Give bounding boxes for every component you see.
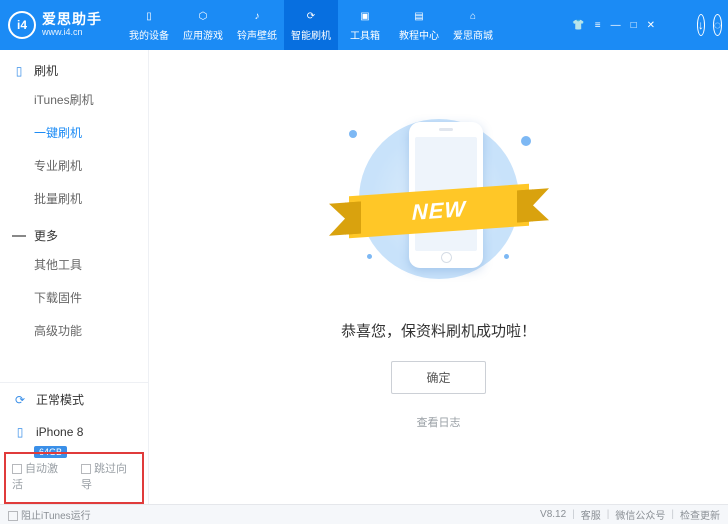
maximize-icon[interactable]: □	[628, 18, 640, 33]
topnav-label: 我的设备	[129, 27, 169, 42]
device-name: iPhone 8	[36, 425, 83, 439]
topnav-item-6[interactable]: ⌂ 爱思商城	[446, 0, 500, 50]
refresh-icon: ⟳	[12, 392, 28, 408]
sidebar-group-label: 更多	[34, 227, 58, 244]
topnav-label: 智能刷机	[291, 27, 331, 42]
skip-wizard-checkbox[interactable]: 跳过向导	[81, 460, 136, 492]
topnav-icon: ▣	[355, 9, 375, 25]
success-message: 恭喜您，保资料刷机成功啦！	[149, 320, 728, 341]
topnav-label: 铃声壁纸	[237, 27, 277, 42]
device-row[interactable]: ▯ iPhone 8	[0, 416, 148, 442]
update-link[interactable]: 检查更新	[680, 507, 720, 522]
auto-activate-checkbox[interactable]: 自动激活	[12, 460, 67, 492]
hamburger-icon	[12, 229, 26, 243]
sidebar-item[interactable]: 一键刷机	[0, 116, 148, 149]
window-controls: 👕 ≡ — □ ✕ ↓ ◌	[569, 14, 728, 36]
close-icon[interactable]: ✕	[644, 18, 658, 33]
topnav-item-1[interactable]: ⬡ 应用游戏	[176, 0, 230, 50]
menu-icon[interactable]: ≡	[592, 18, 604, 33]
app-site: www.i4.cn	[42, 28, 102, 38]
topnav-label: 爱思商城	[453, 27, 493, 42]
hero-illustration: NEW	[319, 104, 559, 294]
topnav-label: 工具箱	[350, 27, 380, 42]
device-mode-row[interactable]: ⟳ 正常模式	[0, 383, 148, 416]
sidebar-item[interactable]: 批量刷机	[0, 182, 148, 215]
account-icon[interactable]: ◌	[713, 14, 722, 36]
skin-icon[interactable]: 👕	[569, 18, 587, 33]
minimize-icon[interactable]: —	[608, 18, 624, 33]
activation-options: 自动激活 跳过向导	[4, 452, 144, 504]
version-label: V8.12	[540, 509, 566, 520]
download-icon[interactable]: ↓	[697, 14, 705, 36]
topnav-item-4[interactable]: ▣ 工具箱	[338, 0, 392, 50]
topnav-icon: ⟳	[301, 9, 321, 25]
view-log-link[interactable]: 查看日志	[149, 414, 728, 430]
sidebar-item[interactable]: iTunes刷机	[0, 83, 148, 116]
titlebar: i4 爱思助手 www.i4.cn ▯ 我的设备 ⬡ 应用游戏 ♪ 铃声壁纸 ⟳ 智能刷机 ▣ 工…	[0, 0, 728, 50]
topnav-icon: ⬡	[193, 9, 213, 25]
main-content: NEW 恭喜您，保资料刷机成功啦！ 确定 查看日志	[149, 50, 728, 504]
topnav-label: 应用游戏	[183, 27, 223, 42]
device-icon: ▯	[12, 424, 28, 440]
logo-icon: i4	[8, 11, 36, 39]
topnav-item-0[interactable]: ▯ 我的设备	[122, 0, 176, 50]
app-logo: i4 爱思助手 www.i4.cn	[0, 11, 112, 39]
topnav-label: 教程中心	[399, 27, 439, 42]
phone-icon: ▯	[12, 64, 26, 78]
sidebar-group-flash: ▯ 刷机	[0, 50, 148, 83]
topnav-icon: ▯	[139, 9, 159, 25]
topnav-icon: ▤	[409, 9, 429, 25]
sidebar: ▯ 刷机 iTunes刷机一键刷机专业刷机批量刷机 更多 其他工具下载固件高级功…	[0, 50, 149, 504]
topnav-item-3[interactable]: ⟳ 智能刷机	[284, 0, 338, 50]
wechat-link[interactable]: 微信公众号	[615, 507, 665, 522]
support-link[interactable]: 客服	[581, 507, 601, 522]
statusbar: 阻止iTunes运行 V8.12 | 客服 | 微信公众号 | 检查更新	[0, 504, 728, 524]
block-itunes-checkbox[interactable]: 阻止iTunes运行	[8, 507, 91, 522]
sidebar-group-label: 刷机	[34, 62, 58, 79]
topnav-item-2[interactable]: ♪ 铃声壁纸	[230, 0, 284, 50]
sidebar-item[interactable]: 高级功能	[0, 314, 148, 347]
top-nav: ▯ 我的设备 ⬡ 应用游戏 ♪ 铃声壁纸 ⟳ 智能刷机 ▣ 工具箱 ▤ 教程中心 ⌂ 爱思商城	[122, 0, 500, 50]
device-mode-label: 正常模式	[36, 391, 84, 408]
topnav-icon: ⌂	[463, 9, 483, 25]
sidebar-group-more: 更多	[0, 215, 148, 248]
confirm-button[interactable]: 确定	[391, 361, 485, 394]
topnav-item-5[interactable]: ▤ 教程中心	[392, 0, 446, 50]
sidebar-item[interactable]: 下载固件	[0, 281, 148, 314]
sidebar-item[interactable]: 专业刷机	[0, 149, 148, 182]
topnav-icon: ♪	[247, 9, 267, 25]
app-title: 爱思助手	[42, 12, 102, 27]
sidebar-item[interactable]: 其他工具	[0, 248, 148, 281]
